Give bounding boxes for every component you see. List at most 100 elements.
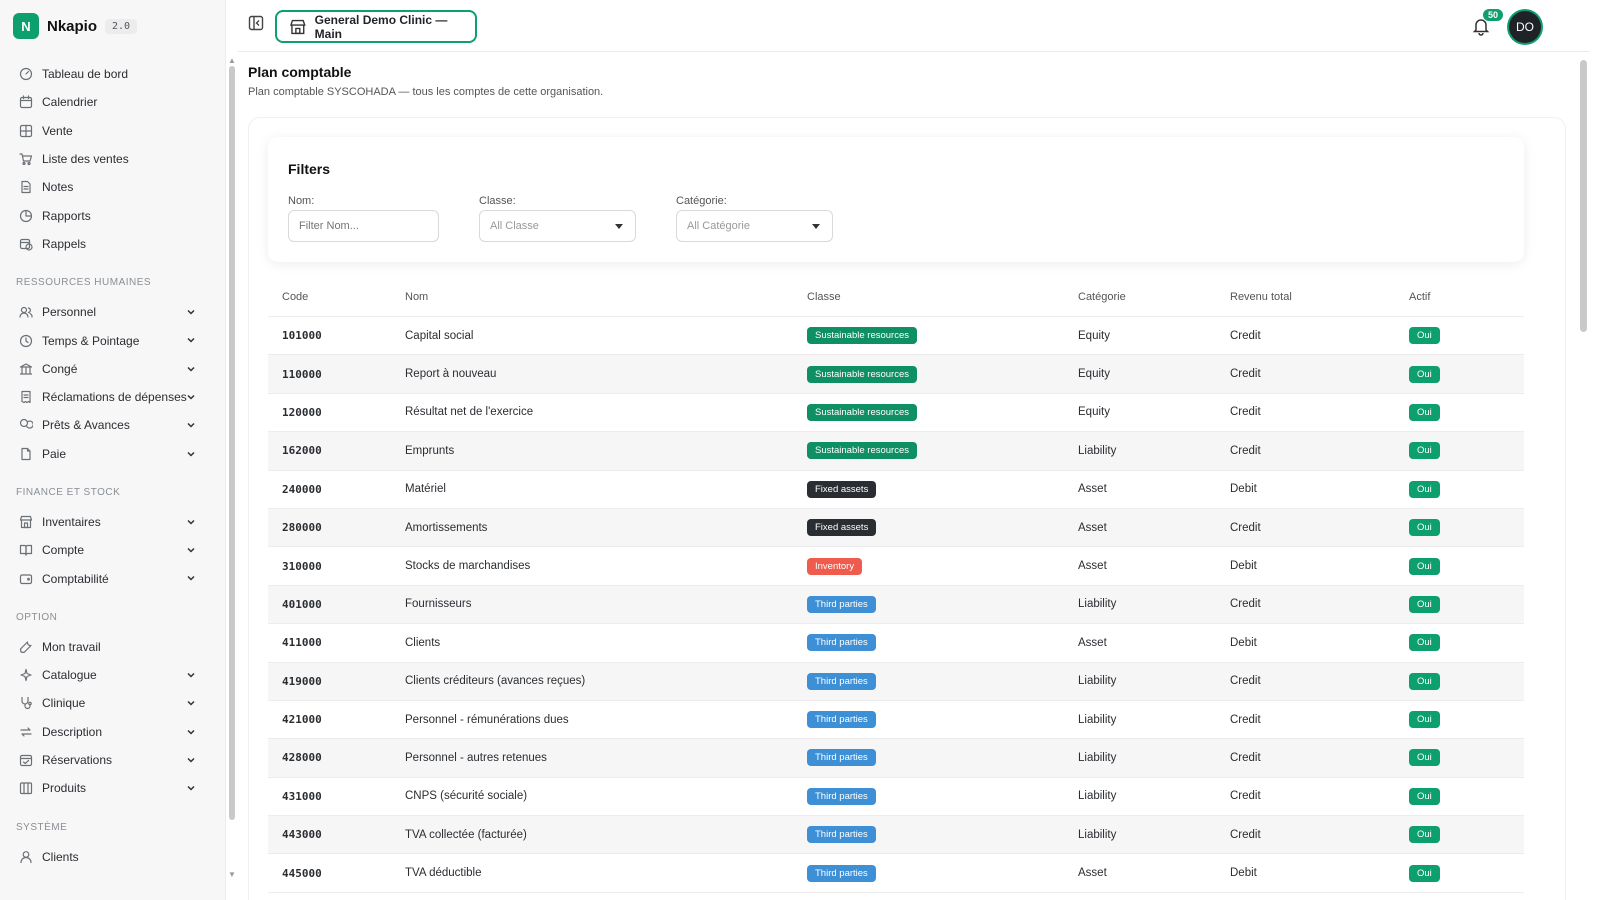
actif-cell: Oui [1409, 826, 1524, 844]
status-badge: Oui [1409, 403, 1440, 421]
sidebar-item-vente[interactable]: Vente [0, 117, 225, 145]
page-title: Plan comptable [248, 64, 352, 80]
col-nom[interactable]: Nom [405, 291, 807, 303]
actif-cell: Oui [1409, 442, 1524, 460]
classe-badge: Third parties [807, 711, 876, 729]
revenu-cell: Credit [1230, 713, 1261, 726]
clinic-selector-button[interactable]: General Demo Clinic — Main [275, 10, 477, 43]
nom-filter-input[interactable] [288, 210, 439, 242]
sidebar-toggle-icon[interactable] [248, 15, 264, 31]
bank-icon [19, 362, 33, 376]
table-row[interactable]: 162000 Emprunts Sustainable resources Liabi… [268, 432, 1524, 471]
classe-badge: Third parties [807, 672, 876, 690]
sidebar-nav: Tableau de bord Calendrier Vente Liste des … [0, 60, 225, 871]
brand-name: Nkapio [47, 17, 98, 35]
brand[interactable]: N Nkapio 2.0 [13, 13, 138, 39]
table-row[interactable]: 120000 Résultat net de l'exercice Sustaina… [268, 394, 1524, 433]
col-classe[interactable]: Classe [807, 291, 1078, 303]
sidebar-scroll-up-icon[interactable]: ▲ [228, 57, 236, 65]
account-name: Personnel - rémunérations dues [405, 713, 569, 726]
classe-cell: Third parties [807, 672, 1078, 690]
sidebar-scrollbar[interactable] [229, 66, 235, 820]
status-badge: Oui [1409, 327, 1440, 345]
revenu-cell: Credit [1230, 521, 1261, 534]
calendar-clock-icon [19, 237, 33, 251]
avatar[interactable]: DO [1509, 11, 1541, 43]
status-badge: Oui [1409, 365, 1440, 383]
account-name: Personnel - autres retenues [405, 751, 547, 764]
sidebar-item-paie[interactable]: Paie [0, 440, 225, 468]
sidebar-item-reclamations-de-depenses[interactable]: Réclamations de dépenses [0, 383, 225, 411]
actif-cell: Oui [1409, 672, 1524, 690]
classe-filter-select[interactable]: All Classe [479, 210, 636, 242]
table-row[interactable]: 443000 TVA collectée (facturée) Third part… [268, 816, 1524, 855]
classe-cell: Fixed assets [807, 480, 1078, 498]
sidebar-item-comptabilite[interactable]: Comptabilité [0, 564, 225, 592]
accounts-card: Filters Nom: Classe: All Classe Catégori… [248, 117, 1566, 900]
table-row[interactable]: 101000 Capital social Sustainable resource… [268, 317, 1524, 356]
sidebar-item-personnel[interactable]: Personnel [0, 298, 225, 326]
sidebar-item-label: Paie [42, 446, 67, 461]
top-bar: General Demo Clinic — Main 50 DO [238, 0, 1590, 52]
account-code: 120000 [282, 405, 322, 419]
categorie-filter-select[interactable]: All Catégorie [676, 210, 833, 242]
user-icon [19, 850, 33, 864]
sidebar-item-inventaires[interactable]: Inventaires [0, 508, 225, 536]
actif-cell: Oui [1409, 519, 1524, 537]
revenu-cell: Credit [1230, 444, 1261, 457]
sidebar-item-label: Liste des ventes [42, 152, 129, 167]
version-badge: 2.0 [105, 18, 138, 34]
sidebar-item-calendrier[interactable]: Calendrier [0, 88, 225, 116]
chevron-down-icon [187, 576, 195, 582]
table-row[interactable]: 411000 Clients Third parties Asset Debit Oui [268, 624, 1524, 663]
account-name: Amortissements [405, 521, 488, 534]
table-row[interactable]: 445000 TVA déductible Third parties Asset De… [268, 854, 1524, 893]
account-code: 445000 [282, 866, 322, 880]
classe-badge: Sustainable resources [807, 365, 917, 383]
col-code[interactable]: Code [268, 291, 405, 303]
table-row[interactable]: 401000 Fournisseurs Third parties Liability… [268, 585, 1524, 625]
table-row[interactable]: 280000 Amortissements Fixed assets Asset Cre… [268, 508, 1524, 548]
table-row[interactable]: 428000 Personnel - autres retenues Third p… [268, 739, 1524, 778]
status-badge: Oui [1409, 711, 1440, 729]
sidebar-item-rapports[interactable]: Rapports [0, 201, 225, 229]
sidebar-scroll-down-icon[interactable]: ▼ [228, 871, 236, 879]
table-row[interactable]: 310000 Stocks de marchandises Inventory Ass… [268, 547, 1524, 586]
col-revenu[interactable]: Revenu total [1230, 291, 1409, 303]
table-row[interactable]: 419000 Clients créditeurs (avances reçues… [268, 662, 1524, 701]
classe-cell: Sustainable resources [807, 403, 1078, 421]
col-actif[interactable]: Actif [1409, 291, 1524, 303]
sidebar-item-compte[interactable]: Compte [0, 536, 225, 564]
sidebar-item-label: Notes [42, 180, 74, 195]
sidebar-item-clients[interactable]: Clients [0, 843, 225, 871]
revenu-cell: Credit [1230, 675, 1261, 688]
sidebar-item-liste-des-ventes[interactable]: Liste des ventes [0, 145, 225, 173]
sidebar-item-notes[interactable]: Notes [0, 173, 225, 201]
table-row[interactable]: 240000 Matériel Fixed assets Asset Debit Oui [268, 471, 1524, 509]
sidebar-item-tableau-de-bord[interactable]: Tableau de bord [0, 60, 225, 88]
account-code: 101000 [282, 329, 322, 343]
account-name: Stocks de marchandises [405, 560, 531, 573]
table-row[interactable]: 431000 CNPS (sécurité sociale) Third parti… [268, 778, 1524, 817]
categorie-cell: Equity [1078, 406, 1110, 419]
sidebar-item-catalogue[interactable]: Catalogue [0, 661, 225, 689]
sidebar-item-rappels[interactable]: Rappels [0, 230, 225, 258]
table-row[interactable]: 110000 Report à nouveau Sustainable resour… [268, 355, 1524, 394]
table-row[interactable]: 421000 Personnel - rémunérations dues Thir… [268, 701, 1524, 740]
sidebar-item-temps-pointage[interactable]: Temps & Pointage [0, 326, 225, 354]
sidebar-item-mon-travail[interactable]: Mon travail [0, 633, 225, 661]
sidebar-item-prets-avances[interactable]: Prêts & Avances [0, 411, 225, 439]
sidebar-item-reservations[interactable]: Réservations [0, 746, 225, 774]
sidebar-item-description[interactable]: Description [0, 718, 225, 746]
sidebar-item-label: Clinique [42, 696, 86, 711]
status-badge: Oui [1409, 864, 1440, 882]
chevron-down-icon [187, 366, 195, 372]
classe-badge: Third parties [807, 864, 876, 882]
col-categorie[interactable]: Catégorie [1078, 291, 1230, 303]
classe-cell: Third parties [807, 711, 1078, 729]
main-scrollbar[interactable] [1580, 60, 1587, 332]
sidebar-item-produits[interactable]: Produits [0, 774, 225, 802]
sidebar-item-clinique[interactable]: Clinique [0, 689, 225, 717]
users-icon [19, 305, 33, 319]
sidebar-item-conge[interactable]: Congé [0, 355, 225, 383]
